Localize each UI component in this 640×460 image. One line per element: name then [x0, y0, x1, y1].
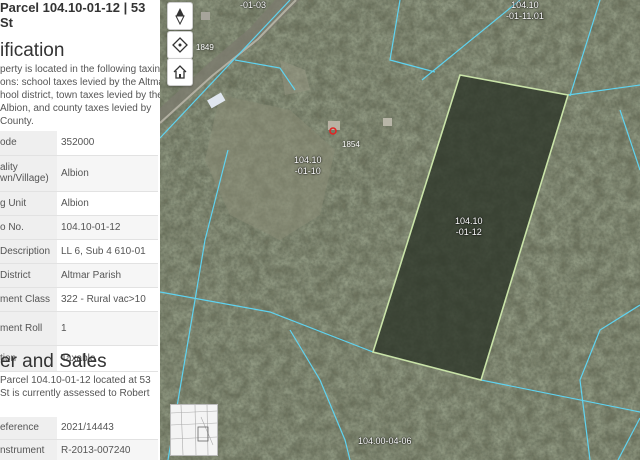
row-label: o No.: [0, 215, 57, 239]
minimap-drawing: [170, 404, 218, 456]
forest-detail: [160, 0, 640, 460]
row-label: ment Roll: [0, 311, 57, 345]
row-label: Description: [0, 239, 57, 263]
parcel-label-line: -01-10: [294, 166, 321, 176]
row-value: 1: [57, 311, 158, 345]
row-label: District: [0, 263, 57, 287]
row-value: 2021/14443: [57, 417, 158, 439]
parcel-label-line: 104.10: [511, 0, 539, 10]
table-row: o No. 104.10-01-12: [0, 215, 158, 239]
parcel-label-line: 104.10: [455, 216, 483, 226]
row-label: ment Class: [0, 287, 57, 311]
map-view[interactable]: [160, 0, 640, 460]
parcel-label-line: -01-12: [455, 227, 482, 237]
row-value: LL 6, Sub 4 610-01: [57, 239, 158, 263]
description-line: ons: school taxes levied by the Altmar: [0, 77, 160, 88]
aerial-imagery: [160, 0, 640, 460]
building: [383, 118, 392, 126]
address-label: 1849: [196, 43, 214, 52]
description-line: County.: [0, 116, 34, 127]
parcel-label-104-10-01-10[interactable]: 104.10 -01-10: [294, 155, 322, 177]
building: [201, 12, 210, 20]
row-value: Altmar Parish: [57, 263, 158, 287]
home-button[interactable]: [167, 58, 193, 86]
row-label: eference: [0, 417, 57, 439]
owner-description: Parcel 104.10-01-12 located at 53 St is …: [0, 374, 158, 400]
compass-icon: [175, 8, 185, 25]
table-row: Description LL 6, Sub 4 610-01: [0, 239, 158, 263]
owner-table: eference 2021/14443 nstrument R-2013-007…: [0, 417, 158, 460]
description-line: St is currently assessed to Robert: [0, 388, 150, 399]
locate-button[interactable]: [167, 31, 193, 59]
row-value: 322 - Rural vac>10: [57, 287, 158, 311]
row-value: Albion: [57, 191, 158, 215]
classification-description: perty is located in the following taxing…: [0, 63, 160, 128]
description-line: Albion, and county taxes levied by: [0, 103, 152, 114]
row-label: nstrument: [0, 439, 57, 460]
home-icon: [173, 65, 187, 79]
row-value: 104.10-01-12: [57, 215, 158, 239]
panel-title-line2: St: [0, 15, 13, 30]
table-row: District Altmar Parish: [0, 263, 158, 287]
parcel-label-line: 104.00-04-06: [358, 436, 412, 446]
panel-title-line1: Parcel 104.10-01-12 | 53: [0, 0, 146, 15]
compass-button[interactable]: [167, 2, 193, 30]
parcel-info-panel: Parcel 104.10-01-12 | 53 St ification pe…: [0, 0, 160, 460]
parcel-label-01-03[interactable]: -01-03: [240, 0, 266, 11]
row-label: ode: [0, 131, 57, 155]
overview-minimap[interactable]: [170, 404, 218, 456]
parcel-label-line: -01-03: [240, 0, 267, 10]
table-row: ality wn/Village) Albion: [0, 155, 158, 191]
row-value: 352000: [57, 131, 158, 155]
table-row: ode 352000: [0, 131, 158, 155]
locate-icon: [172, 37, 188, 53]
row-value: R-2013-007240: [57, 439, 158, 460]
row-value: Albion: [57, 155, 158, 191]
table-row: eference 2021/14443: [0, 417, 158, 439]
classification-table: ode 352000 ality wn/Village) Albion g Un…: [0, 131, 158, 372]
parcel-label-104-00-04-06[interactable]: 104.00-04-06: [358, 436, 412, 447]
parcel-label-line: -01-11.01: [506, 11, 544, 21]
section-heading-classification: ification: [0, 40, 65, 61]
table-row: g Unit Albion: [0, 191, 158, 215]
parcel-label-104-10-01-11-01[interactable]: 104.10 -01-11.01: [506, 0, 544, 22]
address-label: 1854: [342, 140, 360, 149]
row-label: ality wn/Village): [0, 155, 57, 191]
section-heading-owner-sales: er and Sales: [0, 351, 107, 372]
table-row: ment Class 322 - Rural vac>10: [0, 287, 158, 311]
row-label: g Unit: [0, 191, 57, 215]
description-line: Parcel 104.10-01-12 located at 53: [0, 375, 151, 386]
row-label-line: ality: [0, 162, 18, 173]
description-line: hool district, town taxes levied by the: [0, 90, 160, 101]
parcel-label-104-10-01-12[interactable]: 104.10 -01-12: [455, 216, 483, 238]
table-row: ment Roll 1: [0, 311, 158, 345]
panel-title: Parcel 104.10-01-12 | 53 St: [0, 0, 160, 30]
parcel-label-line: 104.10: [294, 155, 322, 165]
table-row: nstrument R-2013-007240: [0, 439, 158, 460]
row-label-line: wn/Village): [0, 173, 49, 184]
description-line: perty is located in the following taxing: [0, 64, 160, 75]
